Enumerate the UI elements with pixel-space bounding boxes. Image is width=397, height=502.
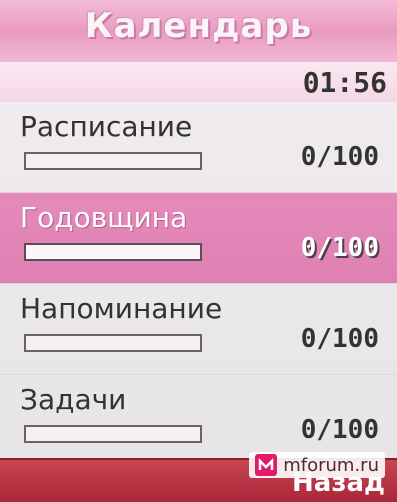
list-item-label: Расписание [20, 110, 193, 143]
calendar-category-list: Расписание 0/100 Годовщина 0/100 Напомин… [0, 102, 397, 466]
usage-count: 0/100 [300, 415, 379, 445]
usage-progress-bar [24, 334, 202, 352]
watermark-text: mforum.ru [283, 454, 379, 476]
usage-count: 0/100 [300, 142, 379, 172]
list-item-anniversary[interactable]: Годовщина 0/100 [0, 193, 397, 284]
usage-count: 0/100 [300, 233, 379, 263]
title-bar: Календарь [0, 0, 397, 62]
list-item-label: Напоминание [20, 292, 223, 325]
usage-count: 0/100 [300, 324, 379, 354]
mforum-logo-icon [255, 454, 278, 476]
clock: 01:56 [302, 66, 387, 99]
usage-progress-bar [24, 152, 202, 170]
calendar-screen: Календарь 01:56 Расписание 0/100 Годовщи… [0, 0, 397, 502]
list-item-label: Годовщина [20, 201, 188, 234]
list-item-label: Задачи [20, 383, 127, 416]
usage-progress-bar [24, 425, 202, 443]
page-title: Календарь [84, 6, 313, 46]
status-bar: 01:56 [0, 62, 397, 102]
list-item-schedule[interactable]: Расписание 0/100 [0, 102, 397, 193]
usage-progress-bar [24, 243, 202, 261]
watermark: mforum.ru [249, 452, 385, 478]
list-item-reminder[interactable]: Напоминание 0/100 [0, 284, 397, 375]
